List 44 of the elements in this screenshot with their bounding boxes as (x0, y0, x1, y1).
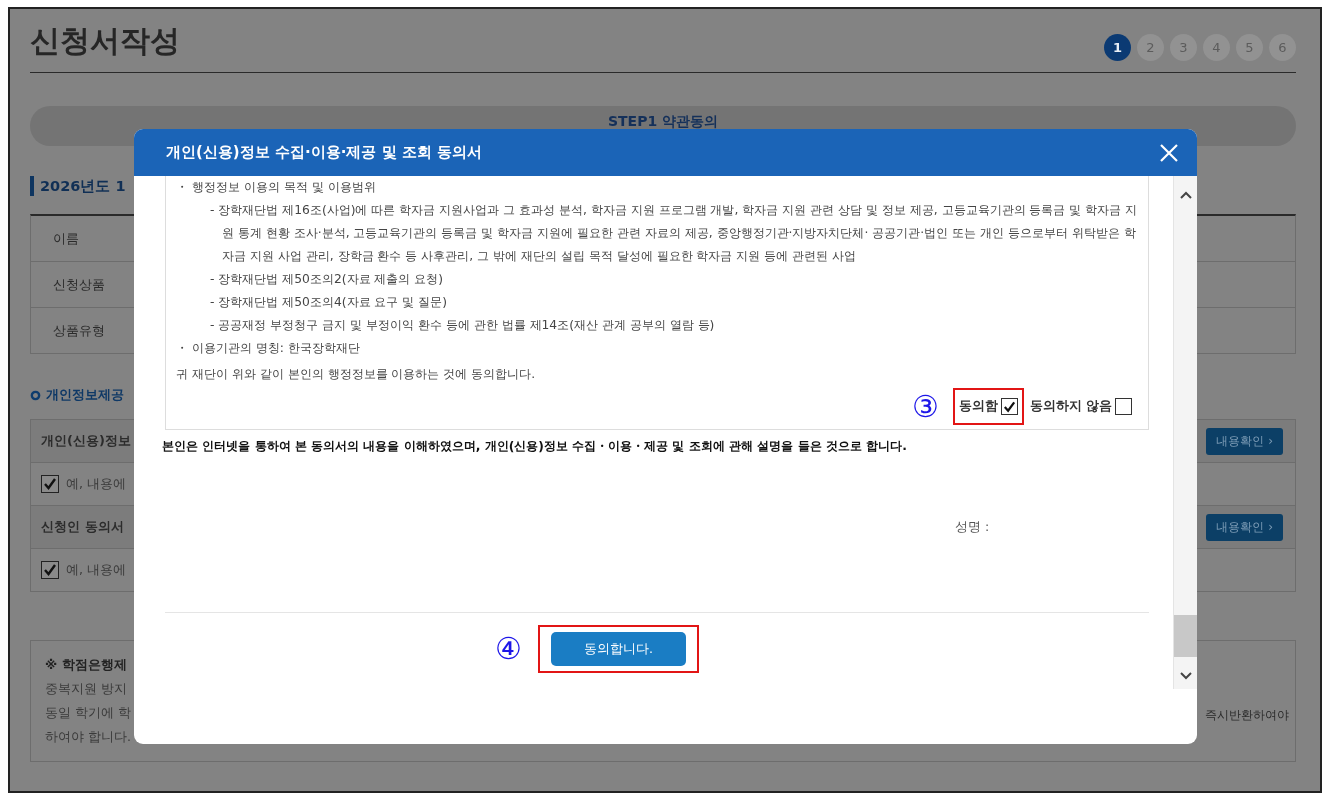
close-icon[interactable] (1159, 142, 1179, 163)
agree-option[interactable]: 동의함 (952, 388, 1024, 425)
checkbox[interactable] (41, 475, 59, 493)
dialog-title: 개인(신용)정보 수집·이용·제공 및 조회 동의서 (166, 143, 482, 162)
notice-text: 동일 학기에 학 (45, 705, 131, 722)
checkbox[interactable] (41, 561, 59, 579)
agree-option[interactable]: 동의하지 않음 (1023, 388, 1138, 425)
agree-button[interactable]: 동의합니다. (551, 632, 686, 666)
notice-text: 중복지원 방지 (45, 681, 128, 698)
terms-text: ・ 이용기관의 명칭: 한국장학재단 (176, 340, 361, 357)
notice-text: 하여야 합니다. (45, 729, 131, 746)
terms-text: - 공공재정 부정청구 금지 및 부정이익 환수 등에 관한 법률 제14조(재산 관계 공부의 열람 등) (209, 317, 716, 334)
checkbox[interactable] (1000, 398, 1018, 415)
step-number: ④ (495, 632, 522, 666)
terms-text: - 장학재단법 제16조(사업)에 따른 학자금 지원사업과 그 효과성 분석, 학자금 지원 프로그램 개발, 학자금 지원 관련 상담 및 정보 제공, 고등교육기관의 등록금 및 학자금 지원 통계 현황 조사·분석, 고등교육기관의 등록금 및 학자금 지원에 필요한 관련 자료의 제공, 중앙행정기관·지방자치단체· 공공기관·법인 또는 개인 등으로부터 위탁받은 학자금 지원 사업 관리, 장학금 환수 등 사후관리, 그 밖에 재단의 설립 목적 달성에 필요한 학자금 지원 등에 관련된 사업 (209, 202, 1138, 265)
notice-title: ※ 학점은행제 (45, 657, 128, 674)
checkbox[interactable] (1115, 398, 1132, 415)
step-indicator: 1 (1104, 34, 1131, 61)
step-number: ③ (911, 389, 939, 424)
terms-text: - 장학재단법 제50조의4(자료 요구 및 질문) (209, 294, 449, 311)
consent-title: 신청인 동의서 (41, 518, 124, 536)
scrollbar-thumb[interactable] (1174, 615, 1197, 657)
view-content-button[interactable]: 내용확인 › (1206, 427, 1283, 455)
terms-text: ・ 행정정보 이용의 목적 및 이용범위 (176, 179, 377, 196)
signature-label: 성명 : (955, 519, 990, 534)
row-label: 신청상품 (53, 275, 105, 294)
chevron-up-icon[interactable] (1178, 190, 1193, 200)
view-content-button[interactable]: 내용확인 › (1206, 513, 1283, 541)
circle-icon (30, 389, 41, 401)
chevron-down-icon[interactable] (1178, 671, 1193, 681)
notice-text: 즉시반환하여야 (1205, 707, 1289, 724)
checkbox-label: 예, 내용에 (66, 561, 126, 579)
title-marker (30, 176, 34, 196)
checkbox-label: 예, 내용에 (66, 475, 126, 493)
row-label: 이름 (53, 229, 79, 248)
scrollbar[interactable] (1173, 176, 1197, 689)
declaration-text: 본인은 인터넷을 통하여 본 동의서의 내용을 이해하였으며, 개인(신용)정보 수집・이용・제공 및 조회에 관해 설명을 들은 것으로 합니다. (162, 438, 908, 455)
section-title: 2026년도 1 (40, 176, 126, 196)
page-title: 신청서작성 (30, 22, 180, 60)
row-label: 상품유형 (53, 321, 105, 340)
consent-title: 개인(신용)정보 (41, 432, 131, 450)
section-heading: 개인정보제공 (46, 386, 124, 404)
terms-text: - 장학재단법 제50조의2(자료 제출의 요청) (209, 271, 445, 288)
consent-statement: 귀 재단이 위와 같이 본인의 행정정보를 이용하는 것에 동의합니다. (176, 366, 537, 383)
